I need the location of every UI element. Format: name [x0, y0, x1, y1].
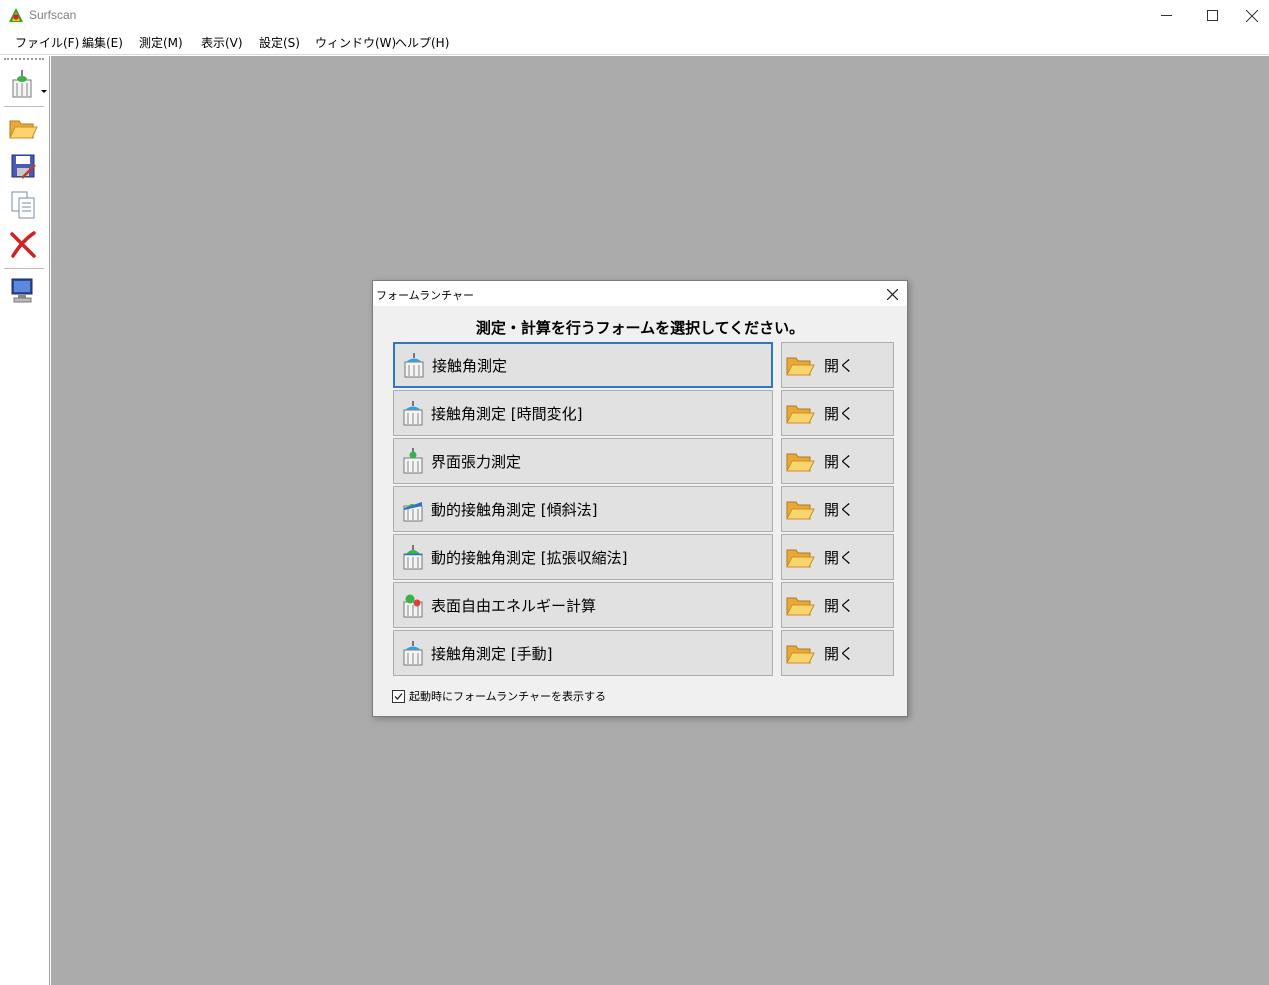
- surface-energy-icon: [403, 594, 423, 618]
- show-on-startup-option[interactable]: 起動時にフォームランチャーを表示する: [392, 688, 606, 704]
- menu-edit[interactable]: 編集(E): [82, 36, 123, 50]
- folder-open-icon: [786, 645, 815, 664]
- dialog-title: フォームランチャー: [376, 289, 475, 302]
- menu-file[interactable]: ファイル(F): [15, 36, 79, 50]
- copy-button[interactable]: [4, 187, 42, 223]
- form-label: 表面自由エネルギー計算: [431, 596, 597, 615]
- toolbar-grip[interactable]: [4, 58, 44, 60]
- form-label: 接触角測定 [手動]: [431, 644, 553, 663]
- new-measurement-button[interactable]: [4, 66, 47, 102]
- open-label: 開く: [824, 500, 855, 519]
- contact-angle-manual-icon: [403, 641, 423, 666]
- form-label: 動的接触角測定 [傾斜法]: [431, 500, 598, 519]
- delete-button[interactable]: [4, 226, 42, 262]
- title-bar: Surfscan: [0, 0, 1269, 31]
- contact-angle-icon: [404, 353, 424, 378]
- save-button[interactable]: [4, 148, 42, 184]
- dialog-close-button[interactable]: [881, 284, 903, 304]
- folder-open-icon: [786, 597, 815, 616]
- form-button-dynamic-expand[interactable]: 動的接触角測定 [拡張収縮法]: [393, 534, 773, 580]
- open-button-dynamic-expand[interactable]: 開く: [781, 534, 894, 580]
- open-button-dynamic-tilt[interactable]: 開く: [781, 486, 894, 532]
- window-title: Surfscan: [29, 8, 77, 22]
- open-label: 開く: [824, 548, 855, 567]
- open-button[interactable]: [4, 110, 42, 146]
- open-button-contact-angle[interactable]: 開く: [781, 342, 894, 388]
- minimize-button[interactable]: [1143, 0, 1189, 31]
- form-launcher-dialog: フォームランチャー 測定・計算を行うフォームを選択してください。 接触角測定 開…: [372, 280, 908, 717]
- menu-bar: ファイル(F) 編集(E) 測定(M) 表示(V) 設定(S) ウィンドウ(W)…: [0, 31, 1269, 55]
- toolbar-separator: [4, 106, 44, 107]
- dropdown-arrow-icon[interactable]: [41, 90, 47, 93]
- surfscan-logo-icon: [9, 8, 23, 22]
- form-button-contact-angle-time[interactable]: 接触角測定 [時間変化]: [393, 390, 773, 436]
- folder-open-icon: [786, 357, 815, 376]
- dynamic-expand-icon: [403, 545, 423, 570]
- minimize-icon: [1160, 15, 1172, 16]
- open-label: 開く: [824, 356, 855, 375]
- form-button-interfacial-tension[interactable]: 界面張力測定: [393, 438, 773, 484]
- interfacial-tension-icon: [403, 448, 423, 474]
- maximize-icon: [1206, 10, 1218, 21]
- close-icon: [886, 288, 898, 300]
- folder-open-icon: [786, 405, 815, 424]
- folder-open-icon: [786, 453, 815, 472]
- form-button-contact-angle[interactable]: 接触角測定: [393, 342, 773, 388]
- open-label: 開く: [824, 644, 855, 663]
- folder-open-icon: [786, 549, 815, 568]
- show-on-startup-label: 起動時にフォームランチャーを表示する: [409, 690, 607, 703]
- toolbar-separator: [4, 268, 44, 269]
- menu-view[interactable]: 表示(V): [201, 36, 243, 50]
- form-label: 接触角測定 [時間変化]: [431, 404, 583, 423]
- form-label: 動的接触角測定 [拡張収縮法]: [431, 548, 628, 567]
- open-label: 開く: [824, 404, 855, 423]
- open-label: 開く: [824, 452, 855, 471]
- folder-open-icon: [9, 120, 38, 139]
- open-button-contact-angle-time[interactable]: 開く: [781, 390, 894, 436]
- copy-icon: [11, 191, 35, 219]
- open-button-interfacial-tension[interactable]: 開く: [781, 438, 894, 484]
- menu-measure[interactable]: 測定(M): [139, 36, 183, 50]
- dialog-title-bar: フォームランチャー: [373, 281, 907, 306]
- device-button[interactable]: [4, 272, 42, 308]
- maximize-button[interactable]: [1189, 0, 1235, 31]
- close-icon: [1245, 9, 1258, 22]
- menu-settings[interactable]: 設定(S): [259, 36, 300, 50]
- form-button-contact-angle-manual[interactable]: 接触角測定 [手動]: [393, 630, 773, 676]
- measurement-icon: [12, 70, 32, 98]
- show-on-startup-checkbox[interactable]: [392, 689, 405, 703]
- menu-help[interactable]: ヘルプ(H): [395, 36, 449, 50]
- delete-icon: [10, 231, 36, 258]
- dialog-heading: 測定・計算を行うフォームを選択してください。: [475, 319, 805, 337]
- save-icon: [11, 154, 36, 179]
- open-label: 開く: [824, 596, 855, 615]
- folder-open-icon: [786, 501, 815, 520]
- close-window-button[interactable]: [1234, 0, 1269, 31]
- open-button-contact-angle-manual[interactable]: 開く: [781, 630, 894, 676]
- toolbar: [0, 56, 50, 985]
- contact-angle-time-icon: [403, 401, 423, 426]
- form-label: 界面張力測定: [431, 452, 522, 471]
- computer-icon: [11, 278, 33, 303]
- dynamic-tilt-icon: [403, 502, 423, 522]
- open-button-surface-energy[interactable]: 開く: [781, 582, 894, 628]
- checkmark-icon: [394, 692, 403, 700]
- form-button-dynamic-tilt[interactable]: 動的接触角測定 [傾斜法]: [393, 486, 773, 532]
- menu-window[interactable]: ウィンドウ(W): [315, 36, 396, 50]
- form-label: 接触角測定: [432, 356, 508, 375]
- form-button-surface-energy[interactable]: 表面自由エネルギー計算: [393, 582, 773, 628]
